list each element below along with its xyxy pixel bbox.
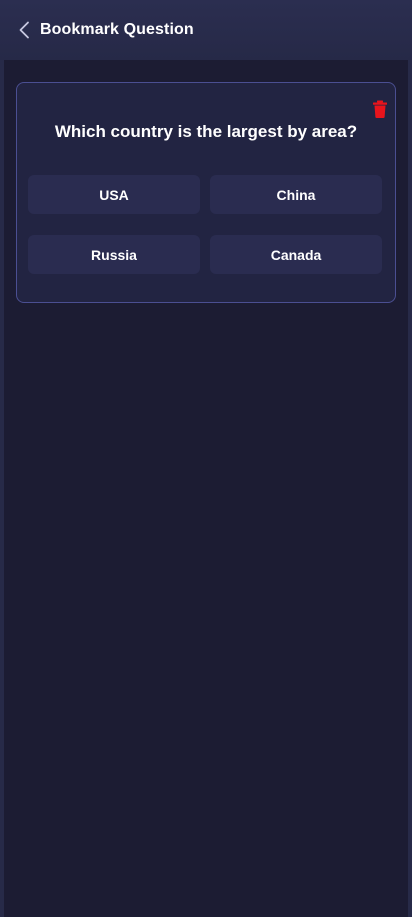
bookmark-question-card: Which country is the largest by area? US… — [16, 82, 396, 303]
app-header: Bookmark Question — [0, 0, 412, 60]
option-label: Russia — [91, 246, 137, 263]
trash-icon — [373, 100, 387, 118]
option-button-china[interactable]: China — [210, 175, 382, 214]
option-button-russia[interactable]: Russia — [28, 235, 200, 274]
option-label: USA — [99, 186, 129, 203]
option-button-canada[interactable]: Canada — [210, 235, 382, 274]
delete-bookmark-button[interactable] — [372, 100, 388, 118]
option-label: Canada — [270, 246, 322, 263]
content-area: Which country is the largest by area? US… — [4, 60, 408, 917]
chevron-left-icon — [19, 21, 29, 39]
question-text: Which country is the largest by area? — [54, 122, 358, 141]
option-label: China — [276, 186, 316, 203]
app-root: Bookmark Question Which country is the l… — [0, 0, 412, 917]
back-button[interactable] — [10, 14, 38, 46]
page-title: Bookmark Question — [40, 21, 194, 38]
option-button-usa[interactable]: USA — [28, 175, 200, 214]
